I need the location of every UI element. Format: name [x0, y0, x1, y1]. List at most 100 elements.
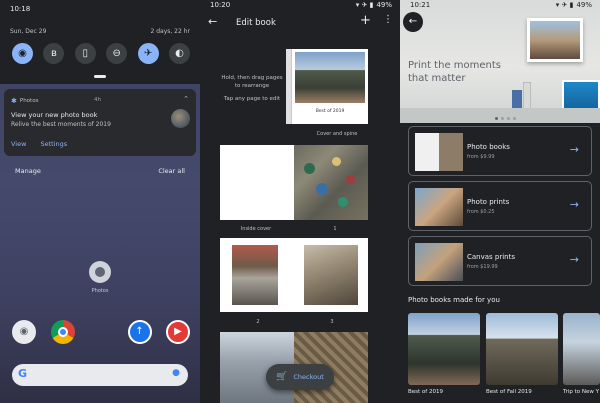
photo-image: [564, 82, 598, 108]
compass-app-icon[interactable]: ↑: [127, 320, 152, 344]
product-thumbnail: [415, 188, 463, 226]
status-time: 10:20: [210, 1, 231, 9]
google-logo-icon: G: [18, 367, 28, 380]
view-action[interactable]: View: [11, 140, 26, 148]
back-arrow-icon[interactable]: ←: [208, 16, 217, 27]
bluetooth-icon: ʙ: [50, 47, 57, 59]
app-dock: ◉ ↑ ▶: [12, 320, 190, 344]
recommended-book-title: Best of Fall 2019: [486, 389, 532, 395]
camera-app-icon[interactable]: ◉: [12, 320, 36, 344]
status-icons: ▾ ✈ ▮ 49%: [556, 1, 592, 9]
recommended-book[interactable]: [486, 313, 558, 385]
product-title: Photo prints: [467, 198, 510, 206]
carousel-dot[interactable]: [507, 117, 510, 120]
recommended-book[interactable]: [408, 313, 480, 385]
collapse-chevron-icon[interactable]: ⌃: [183, 95, 189, 103]
shade-drag-handle[interactable]: [94, 75, 106, 78]
notification-thumbnail: [171, 109, 190, 128]
battery-percent: 49%: [376, 1, 392, 9]
notification-app: ✱ Photos: [11, 97, 38, 105]
product-title: Canvas prints: [467, 253, 516, 261]
recommended-book-title: Trip to New Y: [563, 389, 599, 395]
wifi-tile[interactable]: ◉: [12, 43, 33, 64]
notification-text: Relive the best moments of 2019: [11, 121, 111, 128]
product-title: Photo books: [467, 143, 510, 151]
inside-cover-spread[interactable]: [220, 145, 368, 220]
dnd-tile[interactable]: ⊖: [106, 43, 128, 64]
photo-books-card[interactable]: Photo books from $9.99 →: [408, 126, 592, 176]
checkout-label: Checkout: [293, 373, 324, 381]
photo-prints-card[interactable]: Photo prints from $0.25 →: [408, 181, 592, 231]
page-1-photo: [294, 145, 368, 220]
flashlight-tile[interactable]: ▯: [74, 43, 96, 64]
book-spine: [286, 49, 292, 124]
inside-cover-label: Inside cover: [240, 226, 272, 232]
notification-time: 4h: [94, 97, 101, 103]
canvas-prints-card[interactable]: Canvas prints from $19.99 →: [408, 236, 592, 286]
flashlight-icon: ▯: [82, 47, 89, 59]
carousel-dots: [495, 117, 516, 120]
date-label: Sun, Dec 29: [10, 28, 47, 35]
status-bar: 10:21 ▾ ✈ ▮ 49%: [400, 0, 600, 10]
battery-percent: 49%: [576, 1, 592, 9]
photo-book-image: [523, 82, 531, 110]
dock-spacer: [89, 320, 113, 344]
checkout-button[interactable]: 🛒 Checkout: [266, 364, 334, 390]
status-bar: 10:20 ▾ ✈ ▮ 49%: [200, 0, 400, 10]
edit-hint: Tap any page to edit: [223, 96, 281, 102]
photos-app-label: Photos: [91, 288, 109, 294]
back-button[interactable]: ←: [403, 12, 423, 32]
mic-icon[interactable]: ●: [172, 369, 180, 378]
airplane-tile[interactable]: ✈: [137, 43, 159, 64]
bluetooth-tile[interactable]: ʙ: [43, 43, 65, 64]
chrome-center: [57, 327, 68, 337]
pages-2-3-spread[interactable]: [220, 238, 368, 312]
pinwheel-icon: ✱: [11, 97, 17, 105]
notification-shade-panel: 10:18 Sun, Dec 29 2 days, 22 hr ◉ ʙ ▯ ⊖ …: [0, 0, 200, 403]
more-options-icon[interactable]: ⋮: [383, 15, 393, 25]
photo-image: [530, 21, 580, 59]
settings-action[interactable]: Settings: [40, 140, 67, 148]
carousel-dot[interactable]: [495, 117, 498, 120]
notification-title: View your new photo book: [11, 111, 98, 119]
photos-notification[interactable]: ✱ Photos 4h ⌃ View your new photo book R…: [4, 89, 196, 156]
framed-photo: [527, 18, 583, 62]
hero-banner: 10:21 ▾ ✈ ▮ 49% ← Print the moments that…: [400, 0, 600, 123]
clear-all-button[interactable]: Clear all: [158, 167, 185, 175]
pin-badge: [304, 163, 315, 174]
battery-saver-icon: ◐: [175, 47, 184, 59]
add-icon[interactable]: +: [360, 14, 371, 27]
book-cover-page[interactable]: Best of 2019: [286, 49, 368, 124]
arrow-right-icon: →: [569, 198, 579, 211]
photos-glyph: [95, 267, 105, 277]
notification-actions: View Settings: [11, 140, 67, 148]
status-glyphs: ▾ ✈ ▮: [555, 1, 574, 9]
page-label: 3: [330, 319, 334, 325]
page-label: 1: [333, 226, 337, 232]
google-search-bar[interactable]: G ●: [12, 364, 188, 386]
chrome-app-icon[interactable]: [50, 320, 75, 344]
pin-badge: [316, 183, 328, 195]
cover-caption: Best of 2019: [315, 109, 345, 114]
pin-badge: [338, 197, 348, 207]
product-thumbnail: [415, 243, 463, 281]
notification-app-name: Photos: [19, 98, 39, 104]
edit-book-panel: 10:20 ▾ ✈ ▮ 49% ← Edit book + ⋮ Hold, th…: [200, 0, 400, 403]
battery-saver-tile[interactable]: ◐: [168, 43, 190, 64]
quick-settings: 10:18 Sun, Dec 29 2 days, 22 hr ◉ ʙ ▯ ⊖ …: [0, 0, 200, 84]
section-title: Photo books made for you: [408, 296, 500, 304]
back-arrow-icon: ←: [408, 16, 418, 27]
product-price: from $19.99: [467, 264, 498, 270]
photos-app-icon[interactable]: [89, 261, 111, 283]
status-icons: ▾ ✈ ▮ 49%: [356, 1, 392, 9]
music-app-icon[interactable]: ▶: [166, 320, 190, 344]
framed-photo: [562, 80, 600, 110]
carousel-dot[interactable]: [513, 117, 516, 120]
recommended-book[interactable]: [563, 313, 600, 385]
airplane-mode-icon: ✈: [143, 47, 153, 59]
manage-button[interactable]: Manage: [15, 167, 41, 175]
cart-icon: 🛒: [276, 371, 288, 382]
carousel-dot[interactable]: [501, 117, 504, 120]
page-label: 2: [256, 319, 260, 325]
do-not-disturb-icon: ⊖: [112, 47, 121, 59]
